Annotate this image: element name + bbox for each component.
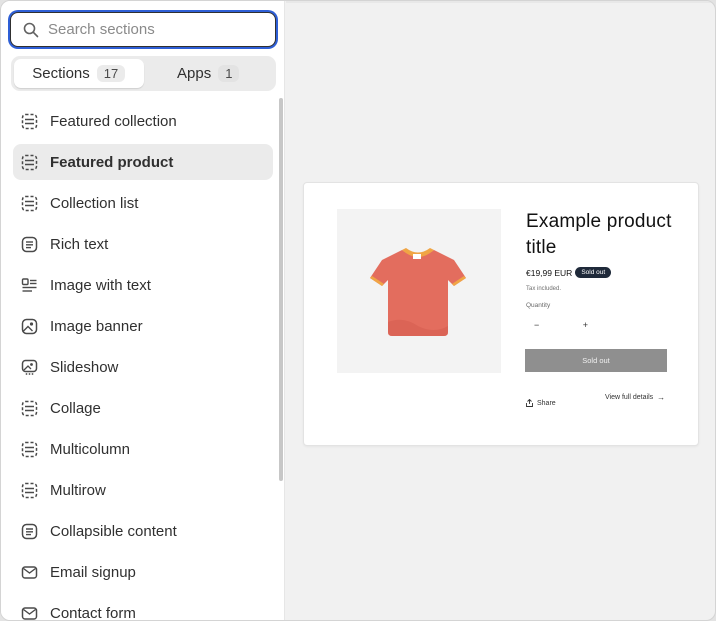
share-icon [526,399,533,407]
tab-sections[interactable]: Sections 17 [14,59,144,88]
layout-section-icon [21,113,38,129]
section-item[interactable]: Collapsible content [13,513,273,549]
image-with-text-icon [21,277,37,292]
view-full-details-link[interactable]: View full details → [605,393,665,402]
section-item[interactable]: Featured product [13,144,273,180]
tab-apps[interactable]: Apps 1 [144,59,274,88]
product-image [337,209,501,373]
share-button[interactable]: Share [526,399,556,407]
section-item[interactable]: Collection list [13,185,273,221]
section-item-label: Image with text [50,276,151,294]
quantity-decrease-button[interactable]: − [534,320,539,330]
section-item-label: Collection list [50,194,139,212]
section-item-label: Email signup [50,563,136,581]
section-item-label: Contact form [50,604,136,621]
text-block-icon [21,236,38,252]
tab-label: Apps [177,65,212,82]
layout-section-icon [21,400,38,416]
details-label: View full details [605,394,654,401]
sold-out-button[interactable]: Sold out [525,349,667,372]
share-label: Share [537,399,556,407]
scrollbar[interactable] [279,98,283,481]
section-item-label: Multirow [50,481,106,499]
section-item[interactable]: Multicolumn [13,431,273,467]
quantity-increase-button[interactable]: + [583,320,588,330]
search-icon [23,22,39,37]
search-box[interactable] [10,12,276,47]
section-item-label: Featured product [50,153,174,171]
app-window: Sections 17 Apps 1 Featured collectionFe… [0,0,716,621]
tab-label: Sections [32,65,90,82]
product-title: Example product title [526,211,672,258]
product-preview-card: Example product title €19,99 EUR Sold ou… [303,182,699,446]
arrow-right-icon: → [657,393,666,402]
price-row: €19,99 EUR Sold out [526,267,612,278]
tab-count-badge: 17 [96,65,126,82]
section-item-label: Rich text [50,235,109,253]
section-item[interactable]: Collage [13,390,273,426]
section-item[interactable]: Slideshow [13,349,273,385]
section-item[interactable]: Email signup [13,554,273,590]
section-picker-panel: Sections 17 Apps 1 Featured collectionFe… [1,1,285,621]
layout-section-icon [21,482,38,498]
section-item-label: Multicolumn [50,440,131,458]
slideshow-icon [21,359,38,375]
section-item[interactable]: Image banner [13,308,273,344]
section-item-label: Slideshow [50,358,119,376]
quantity-label: Quantity [526,302,551,309]
email-icon [21,565,38,579]
layout-section-icon [21,441,38,457]
tab-bar: Sections 17 Apps 1 [11,56,276,91]
product-price: €19,99 EUR [526,267,573,278]
sold-out-badge: Sold out [575,267,612,278]
search-input[interactable] [48,21,275,38]
section-item[interactable]: Rich text [13,226,273,262]
section-item-label: Featured collection [50,112,177,130]
section-item[interactable]: Contact form [13,595,273,621]
tax-note: Tax included. [526,286,562,292]
section-list: Featured collection Featured product Colle… [13,103,273,621]
section-item-label: Image banner [50,317,143,335]
section-item[interactable]: Image with text [13,267,273,303]
email-icon [21,606,38,620]
section-item[interactable]: Multirow [13,472,273,508]
tab-count-badge: 1 [218,65,240,82]
quantity-stepper[interactable]: − + [526,314,596,336]
image-icon [21,318,38,334]
section-item-label: Collapsible content [50,522,177,540]
preview-top-border [286,1,715,3]
tshirt-icon [370,248,466,336]
section-item[interactable]: Featured collection [13,103,273,139]
layout-section-icon [21,195,38,211]
layout-section-icon [21,154,38,170]
text-block-icon [21,523,38,539]
section-item-label: Collage [50,399,101,417]
